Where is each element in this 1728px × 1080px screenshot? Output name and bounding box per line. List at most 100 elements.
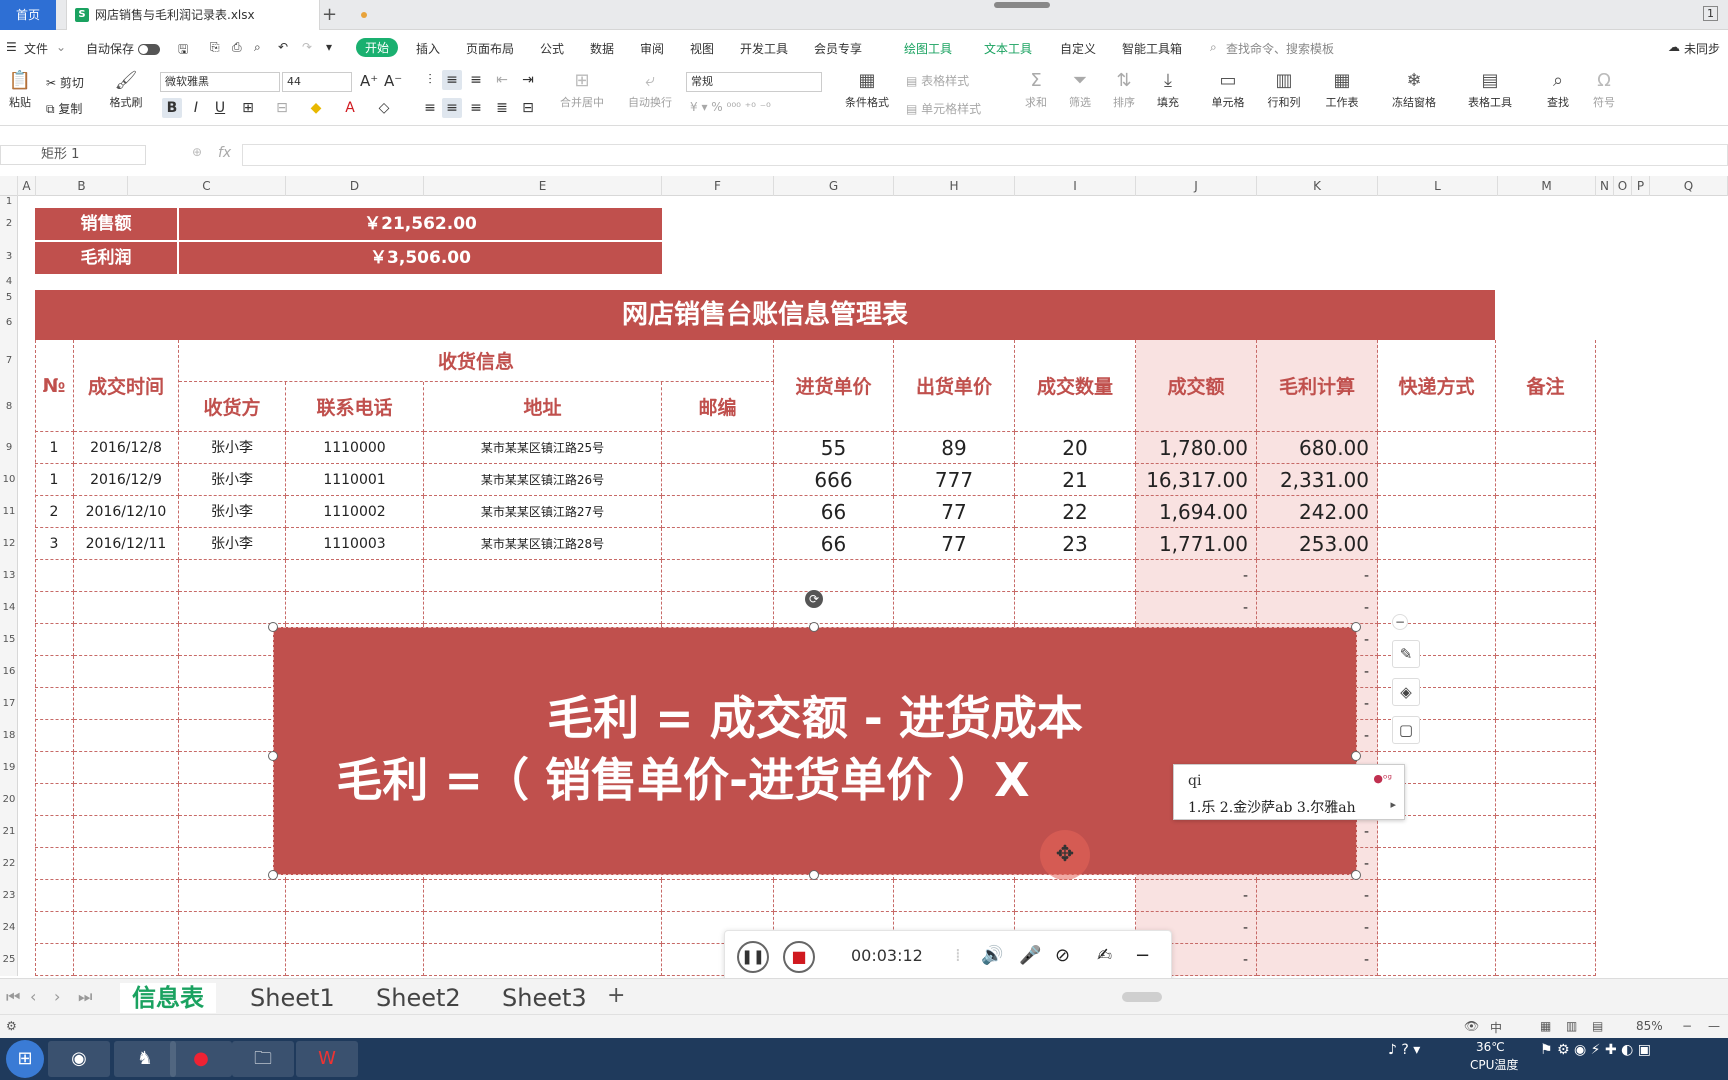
empty-cell[interactable] [35,848,74,880]
filter-button[interactable]: ⏷ 筛选 [1062,70,1098,110]
shape-line-2[interactable]: 毛利 =（ 销售单价-进货单价 ）X [142,744,1224,810]
align-left-icon[interactable]: ≡ [420,98,440,118]
ime-candidates[interactable]: 1.乐 2.金沙萨ab 3.尔雅ah [1188,797,1356,817]
menu-drawing-tools[interactable]: 绘图工具 [904,40,952,57]
empty-cell[interactable] [894,560,1015,592]
cell-delivery[interactable] [1378,432,1496,464]
first-sheet-icon[interactable]: ⏮ [6,987,20,1007]
cell-cost[interactable]: 66 [774,528,894,560]
empty-cell[interactable] [774,592,894,624]
profit-label-cell[interactable]: 毛利润 [35,242,178,274]
input-lang[interactable]: 中 [1490,1019,1502,1036]
column-header-k[interactable]: K [1257,176,1378,196]
distribute-icon[interactable]: ⊟ [518,98,538,118]
cell-price[interactable]: 89 [894,432,1015,464]
empty-cell[interactable] [35,880,74,912]
empty-cell[interactable] [1496,688,1596,720]
cell-qty[interactable]: 23 [1015,528,1136,560]
cell-profit[interactable]: 680.00 [1257,432,1378,464]
sheet-tab-info[interactable]: 信息表 [120,983,216,1013]
currency-icon[interactable]: ¥ ▾ % ⁰⁰⁰ ⁺⁰ ⁻⁰ [690,100,771,114]
row-header-4[interactable]: 4 [0,274,18,290]
align-top-icon[interactable]: ⫶ [420,70,440,90]
column-header-g[interactable]: G [774,176,894,196]
format-painter-button[interactable]: 🖌 格式刷 [106,70,146,110]
empty-cell[interactable] [179,656,286,688]
cell-delivery[interactable] [1378,464,1496,496]
normal-view-icon[interactable]: ▦ [1540,1019,1551,1033]
row-header-15[interactable]: 15 [0,624,18,656]
sheet-tab-sheet2[interactable]: Sheet2 [364,983,473,1013]
cell-no[interactable]: 1 [35,464,74,496]
column-header-j[interactable]: J [1136,176,1257,196]
empty-cell[interactable] [662,560,774,592]
empty-cell[interactable] [1496,752,1596,784]
empty-cell[interactable] [179,592,286,624]
horizontal-scrollbar[interactable] [1100,991,1728,1003]
empty-cell[interactable] [1496,848,1596,880]
cell-price[interactable]: 77 [894,496,1015,528]
column-header-p[interactable]: P [1632,176,1650,196]
cell-phone[interactable]: 1110001 [286,464,424,496]
cell-delivery[interactable] [1378,496,1496,528]
hamburger-icon[interactable]: ☰ [6,40,17,54]
empty-cell[interactable] [74,912,179,944]
empty-cell[interactable] [1496,592,1596,624]
sum-button[interactable]: Σ 求和 [1018,70,1054,110]
header-receiver[interactable]: 收货方 [179,382,286,432]
resize-handle[interactable] [1351,870,1361,880]
cell-cost[interactable]: 666 [774,464,894,496]
select-all-corner[interactable] [0,176,18,196]
empty-cell[interactable] [1015,592,1136,624]
resize-handle[interactable] [809,870,819,880]
home-tab[interactable]: 首页 [0,0,56,30]
empty-cell[interactable] [424,912,662,944]
start-button-icon[interactable]: ⊞ [6,1040,44,1078]
cell-no[interactable]: 1 [35,432,74,464]
header-cost-price[interactable]: 进货单价 [774,340,894,432]
cell-note[interactable] [1496,496,1596,528]
cell-profit[interactable]: 242.00 [1257,496,1378,528]
empty-cell[interactable] [179,912,286,944]
empty-cell[interactable] [1015,560,1136,592]
undo-icon[interactable]: ↶ [278,40,288,54]
cell-date[interactable]: 2016/12/11 [74,528,179,560]
empty-cell[interactable] [74,592,179,624]
column-header-o[interactable]: O [1614,176,1632,196]
strikethrough-icon[interactable]: ⊟ [272,98,292,118]
tray-apps-icons[interactable]: ⚑ ⚙ ◉ ⚡ ✚ ◐ ▣ [1540,1042,1651,1058]
cut-button[interactable]: ✂ 剪切 [46,74,84,91]
font-shrink-icon[interactable]: A⁻ [384,72,402,90]
merge-center-button[interactable]: ⊞ 合并居中 [552,70,612,110]
empty-cell[interactable] [35,560,74,592]
header-note[interactable]: 备注 [1496,340,1596,432]
indent-increase-icon[interactable]: ⇥ [518,70,538,90]
header-receive-info[interactable]: 收货信息 [179,340,774,382]
empty-cell[interactable]: - [1257,880,1378,912]
empty-cell[interactable] [424,592,662,624]
cell-date[interactable]: 2016/12/10 [74,496,179,528]
cell-address[interactable]: 某市某某区镇江路25号 [424,432,662,464]
number-format-select[interactable]: 常规 [686,72,822,92]
cell-zip[interactable] [662,496,774,528]
fill-button[interactable]: ⤓ 填充 [1150,70,1186,110]
empty-cell[interactable] [35,624,74,656]
table-title[interactable]: 网店销售台账信息管理表 [35,290,1495,340]
menu-start[interactable]: 开始 [356,38,399,57]
next-sheet-icon[interactable]: › [54,987,60,1006]
header-zip[interactable]: 邮编 [662,382,774,432]
empty-cell[interactable] [74,816,179,848]
menu-review[interactable]: 审阅 [640,40,664,57]
row-header-6[interactable]: 6 [0,306,18,340]
resize-handle[interactable] [809,622,819,632]
cell-zip[interactable] [662,464,774,496]
conditional-format-button[interactable]: ▦ 条件格式 [836,70,898,110]
app-recorder-icon[interactable]: ● [170,1041,232,1077]
window-count-badge[interactable]: 1 [1703,6,1718,21]
align-center-icon[interactable]: ≡ [442,98,462,118]
empty-cell[interactable] [1378,944,1496,976]
empty-cell[interactable] [1496,784,1596,816]
speaker-icon[interactable]: 🔊 [981,945,1003,966]
name-box[interactable]: 矩形 1 [0,145,146,165]
empty-cell[interactable] [1378,816,1496,848]
